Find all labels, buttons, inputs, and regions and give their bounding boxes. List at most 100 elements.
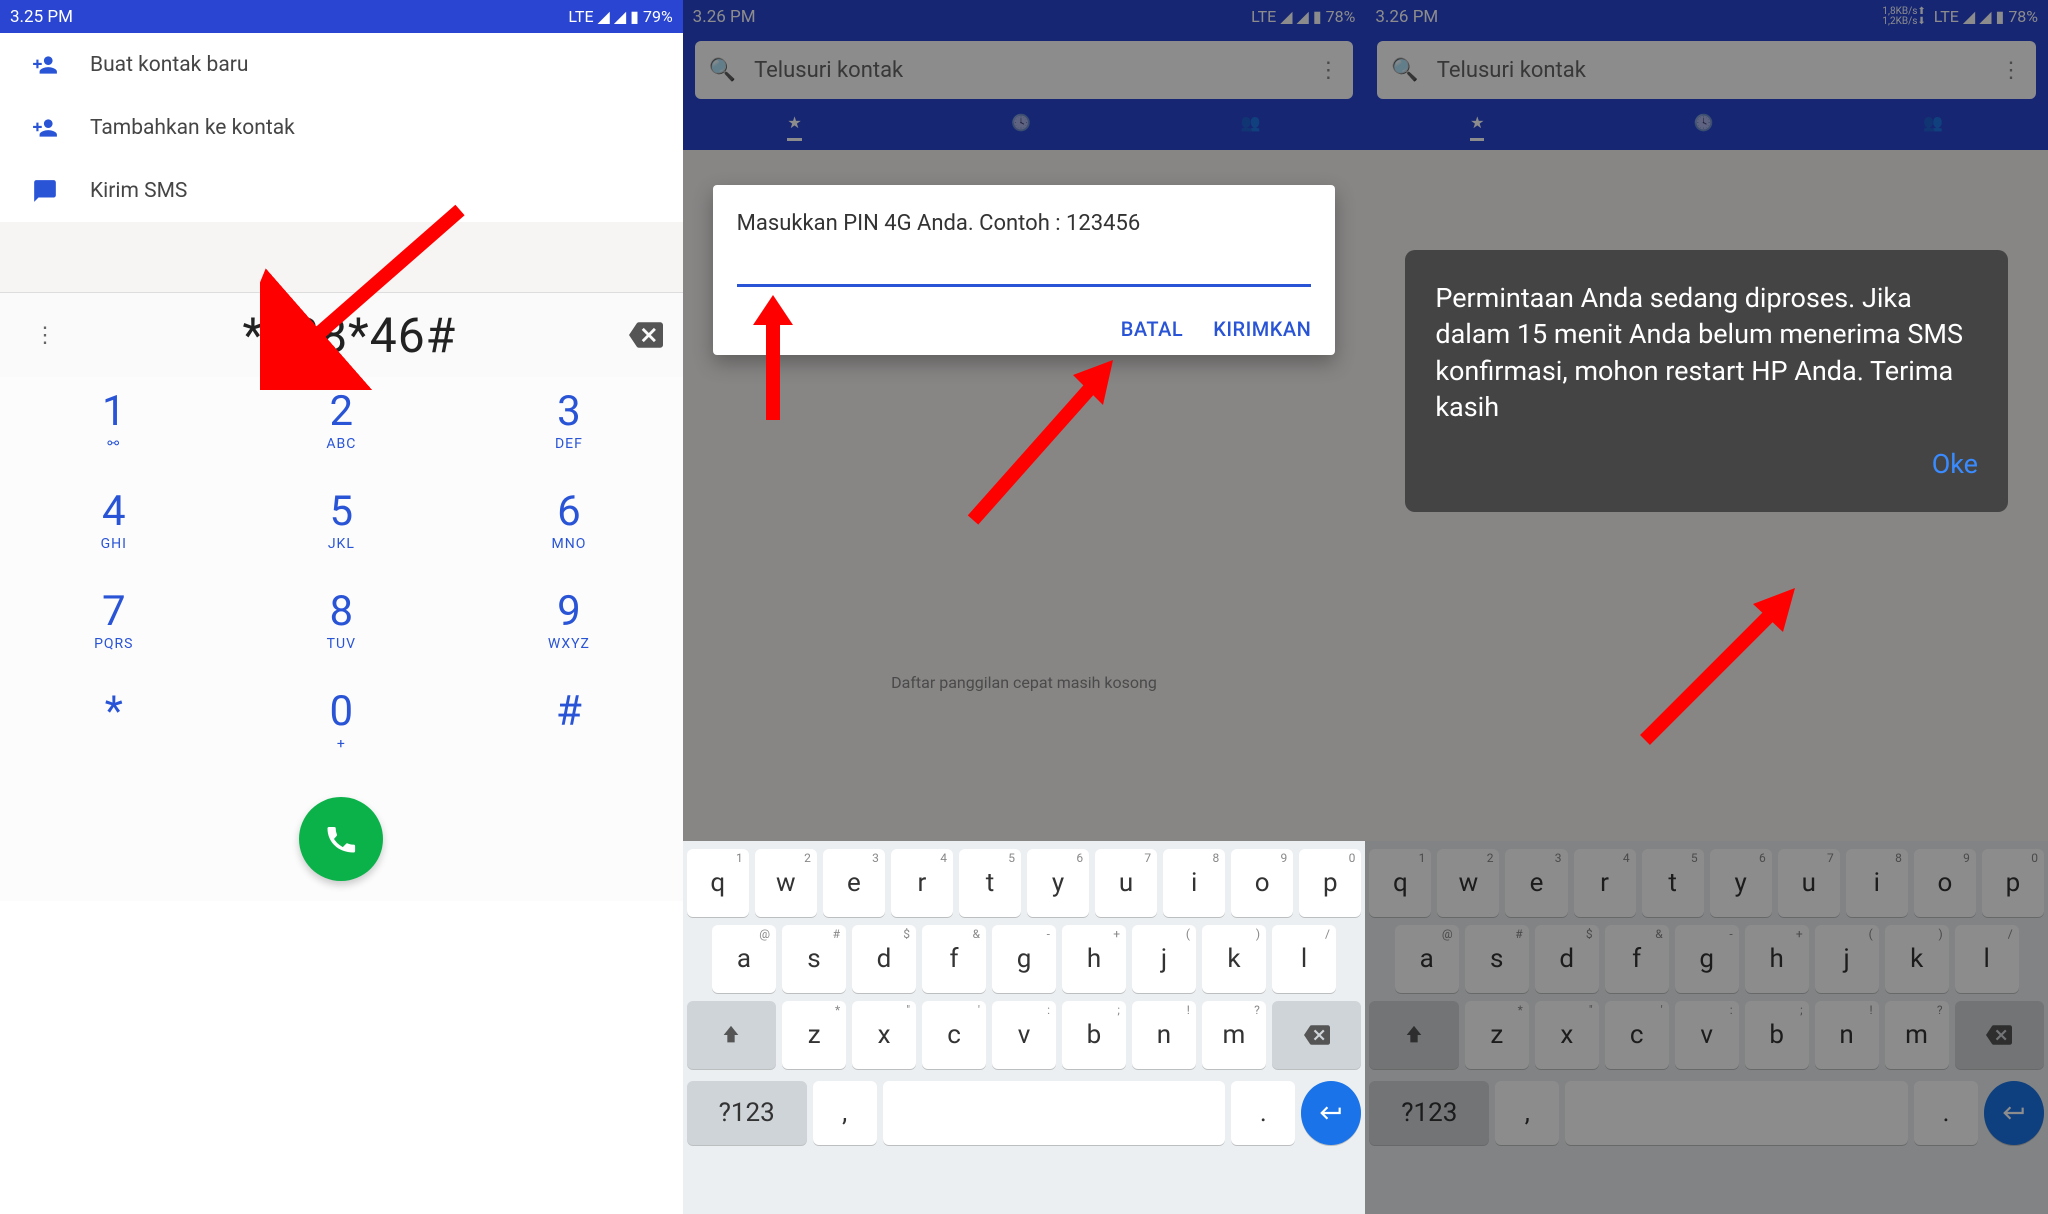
key-e[interactable]: 3e <box>1505 849 1567 917</box>
send-button[interactable]: KIRIMKAN <box>1213 317 1311 341</box>
key-q[interactable]: 1q <box>1369 849 1431 917</box>
key-star[interactable]: * <box>0 687 228 787</box>
kb-row-4: ?123 , . <box>1365 1073 2048 1153</box>
period-key[interactable]: . <box>1231 1081 1295 1145</box>
key-w[interactable]: 2w <box>755 849 817 917</box>
key-x[interactable]: "x <box>1535 1001 1599 1069</box>
key-z[interactable]: *z <box>1465 1001 1529 1069</box>
pin-input[interactable] <box>737 247 1312 287</box>
status-network: LTE <box>568 7 593 26</box>
key-a[interactable]: @a <box>1395 925 1459 993</box>
create-contact-item[interactable]: Buat kontak baru <box>0 33 683 96</box>
key-d[interactable]: $d <box>1535 925 1599 993</box>
key-y[interactable]: 6y <box>1027 849 1089 917</box>
key-h[interactable]: +h <box>1062 925 1126 993</box>
key-g[interactable]: -g <box>1675 925 1739 993</box>
signal-icon: ◢ <box>614 7 626 26</box>
key-c[interactable]: 'c <box>1605 1001 1669 1069</box>
key-b[interactable]: ;b <box>1745 1001 1809 1069</box>
key-f[interactable]: &f <box>1605 925 1669 993</box>
key-9[interactable]: 9WXYZ <box>455 587 683 687</box>
key-p[interactable]: 0p <box>1299 849 1361 917</box>
key-l[interactable]: /l <box>1272 925 1336 993</box>
key-6[interactable]: 6MNO <box>455 487 683 587</box>
keyboard: 1q2w3e4r5t6y7u8i9o0p @a#s$d&f-g+h(j)k/l … <box>683 841 1366 1214</box>
key-o[interactable]: 9o <box>1231 849 1293 917</box>
key-2[interactable]: 2ABC <box>228 387 456 487</box>
kb-row-1: 1q2w3e4r5t6y7u8i9o0p <box>1365 845 2048 921</box>
key-r[interactable]: 4r <box>891 849 953 917</box>
key-v[interactable]: :v <box>1675 1001 1739 1069</box>
key-n[interactable]: !n <box>1132 1001 1196 1069</box>
key-h[interactable]: +h <box>1745 925 1809 993</box>
more-icon[interactable]: ⋮ <box>20 323 70 348</box>
cancel-button[interactable]: BATAL <box>1121 317 1184 341</box>
kb-row-2: @a#s$d&f-g+h(j)k/l <box>683 921 1366 997</box>
dialog-message: Masukkan PIN 4G Anda. Contoh : 123456 <box>737 209 1312 239</box>
kb-row-3: *z"x'c:v;b!n?m <box>683 997 1366 1073</box>
key-1[interactable]: 1⚯ <box>0 387 228 487</box>
key-y[interactable]: 6y <box>1710 849 1772 917</box>
send-sms-item[interactable]: Kirim SMS <box>0 159 683 222</box>
key-0[interactable]: 0+ <box>228 687 456 787</box>
space-key[interactable] <box>883 1081 1226 1145</box>
space-key[interactable] <box>1565 1081 1908 1145</box>
key-k[interactable]: )k <box>1202 925 1266 993</box>
key-t[interactable]: 5t <box>1642 849 1704 917</box>
key-i[interactable]: 8i <box>1846 849 1908 917</box>
key-r[interactable]: 4r <box>1574 849 1636 917</box>
key-w[interactable]: 2w <box>1437 849 1499 917</box>
shift-key[interactable] <box>687 1001 777 1069</box>
key-q[interactable]: 1q <box>687 849 749 917</box>
key-t[interactable]: 5t <box>959 849 1021 917</box>
backspace-key[interactable] <box>1272 1001 1362 1069</box>
key-c[interactable]: 'c <box>922 1001 986 1069</box>
screen-pin-dialog: 3.26 PM LTE ◢◢ ▮ 78% 🔍 Telusuri kontak ⋮… <box>683 0 1366 1214</box>
key-m[interactable]: ?m <box>1202 1001 1266 1069</box>
key-g[interactable]: -g <box>992 925 1056 993</box>
key-n[interactable]: !n <box>1815 1001 1879 1069</box>
key-k[interactable]: )k <box>1885 925 1949 993</box>
ok-button[interactable]: Oke <box>1435 446 1978 482</box>
key-4[interactable]: 4GHI <box>0 487 228 587</box>
comma-key[interactable]: , <box>1495 1081 1559 1145</box>
dialed-number[interactable]: *888*46# <box>70 307 629 364</box>
key-o[interactable]: 9o <box>1914 849 1976 917</box>
key-x[interactable]: "x <box>852 1001 916 1069</box>
key-s[interactable]: #s <box>782 925 846 993</box>
key-u[interactable]: 7u <box>1095 849 1157 917</box>
shift-key[interactable] <box>1369 1001 1459 1069</box>
key-d[interactable]: $d <box>852 925 916 993</box>
symbol-key[interactable]: ?123 <box>687 1081 807 1145</box>
enter-key[interactable] <box>1301 1081 1361 1145</box>
key-s[interactable]: #s <box>1465 925 1529 993</box>
key-5[interactable]: 5JKL <box>228 487 456 587</box>
backspace-key[interactable] <box>1955 1001 2045 1069</box>
key-j[interactable]: (j <box>1132 925 1196 993</box>
key-7[interactable]: 7PQRS <box>0 587 228 687</box>
key-p[interactable]: 0p <box>1982 849 2044 917</box>
enter-key[interactable] <box>1984 1081 2044 1145</box>
symbol-key[interactable]: ?123 <box>1369 1081 1489 1145</box>
backspace-button[interactable] <box>629 318 663 352</box>
status-battery: 79% <box>643 7 673 26</box>
comma-key[interactable]: , <box>813 1081 877 1145</box>
key-b[interactable]: ;b <box>1062 1001 1126 1069</box>
add-to-contact-item[interactable]: Tambahkan ke kontak <box>0 96 683 159</box>
key-l[interactable]: /l <box>1955 925 2019 993</box>
key-e[interactable]: 3e <box>823 849 885 917</box>
call-button[interactable] <box>299 797 383 881</box>
key-i[interactable]: 8i <box>1163 849 1225 917</box>
key-hash[interactable]: # <box>455 687 683 787</box>
key-8[interactable]: 8TUV <box>228 587 456 687</box>
key-f[interactable]: &f <box>922 925 986 993</box>
key-j[interactable]: (j <box>1815 925 1879 993</box>
key-a[interactable]: @a <box>712 925 776 993</box>
period-key[interactable]: . <box>1914 1081 1978 1145</box>
kb-row-3: *z"x'c:v;b!n?m <box>1365 997 2048 1073</box>
key-u[interactable]: 7u <box>1778 849 1840 917</box>
key-v[interactable]: :v <box>992 1001 1056 1069</box>
key-m[interactable]: ?m <box>1885 1001 1949 1069</box>
key-z[interactable]: *z <box>782 1001 846 1069</box>
key-3[interactable]: 3DEF <box>455 387 683 487</box>
